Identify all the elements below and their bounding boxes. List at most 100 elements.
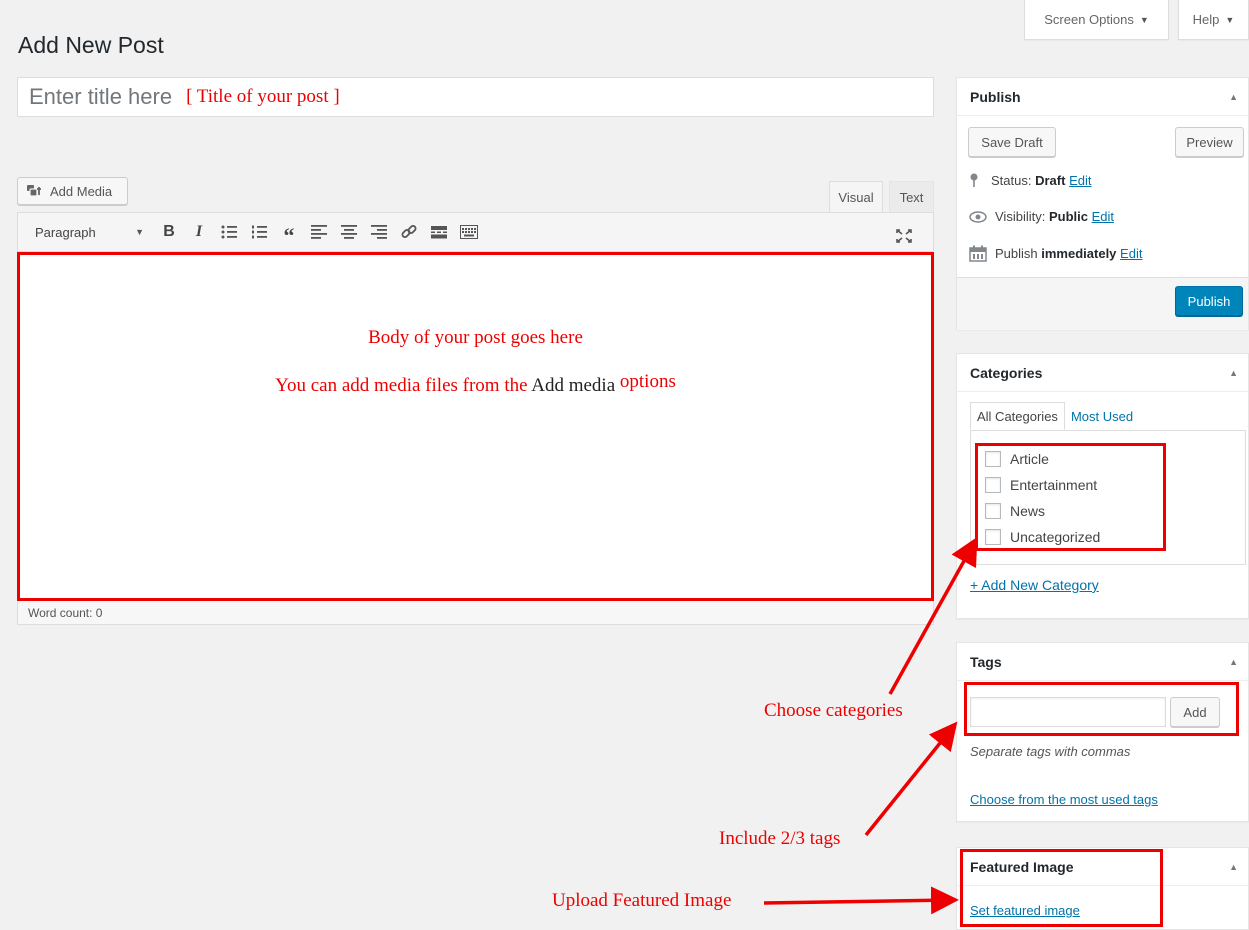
collapse-icon[interactable]: ▲: [1229, 862, 1238, 872]
schedule-row: Publish immediately Edit: [969, 245, 1142, 262]
add-media-button[interactable]: Add Media: [17, 177, 128, 205]
categories-panel-header[interactable]: Categories ▲: [957, 354, 1248, 392]
checkbox[interactable]: [985, 451, 1001, 467]
schedule-label: Publish: [995, 246, 1038, 261]
categories-panel-title: Categories: [970, 364, 1043, 381]
eye-icon: [969, 210, 987, 223]
save-draft-button[interactable]: Save Draft: [968, 127, 1056, 157]
blockquote-button[interactable]: “: [274, 218, 304, 247]
help-button[interactable]: Help ▼: [1178, 0, 1249, 40]
bold-icon: B: [163, 223, 175, 240]
align-left-icon: [311, 225, 327, 239]
add-tag-button[interactable]: Add: [1170, 697, 1220, 727]
align-left-button[interactable]: [304, 218, 334, 246]
collapse-icon[interactable]: ▲: [1229, 368, 1238, 378]
bulleted-list-button[interactable]: [214, 218, 244, 246]
category-checklist: Article Entertainment News Uncategorized: [970, 430, 1246, 565]
tags-panel-header[interactable]: Tags ▲: [957, 643, 1248, 681]
tab-all-categories[interactable]: All Categories: [970, 402, 1065, 430]
format-select[interactable]: Paragraph ▼: [26, 219, 150, 245]
bulleted-list-icon: [221, 225, 237, 239]
tab-text[interactable]: Text: [889, 181, 934, 212]
category-item[interactable]: Entertainment: [985, 477, 1097, 493]
featured-image-panel-title: Featured Image: [970, 858, 1074, 875]
collapse-icon[interactable]: ▲: [1229, 657, 1238, 667]
category-item[interactable]: Article: [985, 451, 1049, 467]
add-new-category-link[interactable]: + Add New Category: [970, 577, 1099, 593]
title-placeholder: Enter title here: [29, 84, 173, 109]
visibility-row: Visibility: Public Edit: [969, 209, 1114, 224]
page-title: Add New Post: [18, 32, 164, 58]
help-label: Help: [1192, 12, 1220, 27]
body-annotation-text-a: You can add media files from the: [275, 375, 528, 396]
publish-button[interactable]: Publish: [1175, 286, 1243, 316]
italic-icon: I: [195, 223, 203, 240]
collapse-icon[interactable]: ▲: [1229, 92, 1238, 102]
checkbox[interactable]: [985, 529, 1001, 545]
status-row: Status: Draft Edit: [969, 172, 1091, 188]
edit-visibility-link[interactable]: Edit: [1092, 209, 1114, 224]
link-button[interactable]: [394, 218, 424, 246]
italic-button[interactable]: I: [184, 218, 214, 246]
categories-panel: Categories ▲ All Categories Most Used Ar…: [956, 353, 1249, 619]
featured-image-panel-header[interactable]: Featured Image ▲: [957, 848, 1248, 886]
post-body-editor[interactable]: Body of your post goes here You can add …: [17, 252, 934, 601]
checkbox[interactable]: [985, 477, 1001, 493]
pin-icon: [970, 173, 978, 187]
add-media-label: Add Media: [50, 183, 113, 199]
align-right-icon: [371, 225, 387, 239]
arrow-to-featured-image: [763, 886, 959, 915]
visibility-label: Visibility:: [995, 209, 1046, 224]
preview-button[interactable]: Preview: [1175, 127, 1244, 157]
body-annotation-line1: Body of your post goes here: [368, 327, 583, 348]
edit-status-link[interactable]: Edit: [1069, 173, 1091, 188]
new-tag-input[interactable]: [970, 697, 1166, 727]
body-annotation-line2: You can add media files from the Add med…: [20, 371, 931, 397]
tab-most-used[interactable]: Most Used: [1065, 402, 1139, 430]
tags-panel-title: Tags: [970, 653, 1002, 670]
screen-options-label: Screen Options: [1044, 12, 1134, 27]
calendar-icon: [969, 245, 987, 262]
set-featured-image-link[interactable]: Set featured image: [970, 903, 1080, 918]
align-center-icon: [341, 225, 357, 239]
numbered-list-button[interactable]: [244, 218, 274, 246]
tab-visual[interactable]: Visual: [829, 181, 883, 212]
featured-image-panel: Featured Image ▲ Set featured image: [956, 847, 1249, 930]
publish-panel: Publish ▲ Save Draft Preview Status: Dra…: [956, 77, 1249, 330]
publish-actions: Publish: [957, 277, 1248, 330]
media-icon: [27, 185, 41, 197]
format-select-value: Paragraph: [35, 224, 96, 240]
caret-down-icon: ▼: [135, 227, 144, 237]
status-label: Status:: [991, 172, 1032, 188]
include-tags-annotation: Include 2/3 tags: [719, 828, 841, 849]
fullscreen-button[interactable]: [889, 222, 919, 250]
choose-most-used-tags-link[interactable]: Choose from the most used tags: [970, 792, 1158, 807]
upload-featured-annotation: Upload Featured Image: [552, 890, 732, 911]
category-item[interactable]: Uncategorized: [985, 529, 1100, 545]
toolbar-toggle-icon: [460, 225, 478, 239]
status-value: Draft: [1035, 172, 1066, 188]
body-annotation-text-b: Add media: [531, 375, 616, 396]
visibility-value: Public: [1048, 209, 1088, 224]
link-icon: [401, 225, 417, 238]
screen-options-button[interactable]: Screen Options ▼: [1024, 0, 1169, 40]
checkbox[interactable]: [985, 503, 1001, 519]
category-label: Article: [1010, 451, 1049, 467]
toolbar-toggle-button[interactable]: [454, 218, 484, 246]
read-more-button[interactable]: [424, 218, 454, 246]
fullscreen-icon: [896, 229, 912, 243]
edit-schedule-link[interactable]: Edit: [1120, 246, 1142, 261]
publish-panel-header[interactable]: Publish ▲: [957, 78, 1248, 116]
category-item[interactable]: News: [985, 503, 1045, 519]
align-right-button[interactable]: [364, 218, 394, 246]
align-center-button[interactable]: [334, 218, 364, 246]
category-label: News: [1010, 503, 1046, 519]
caret-down-icon: ▼: [1139, 14, 1149, 25]
post-title-input[interactable]: Enter title here [ Title of your post ]: [17, 77, 934, 117]
word-count: Word count: 0: [17, 601, 934, 625]
category-tabs: All Categories Most Used: [970, 402, 1139, 430]
editor-toolbar: Paragraph ▼ B I “: [17, 212, 934, 252]
tags-hint: Separate tags with commas: [970, 744, 1131, 759]
numbered-list-icon: [252, 225, 267, 239]
bold-button[interactable]: B: [154, 218, 184, 246]
